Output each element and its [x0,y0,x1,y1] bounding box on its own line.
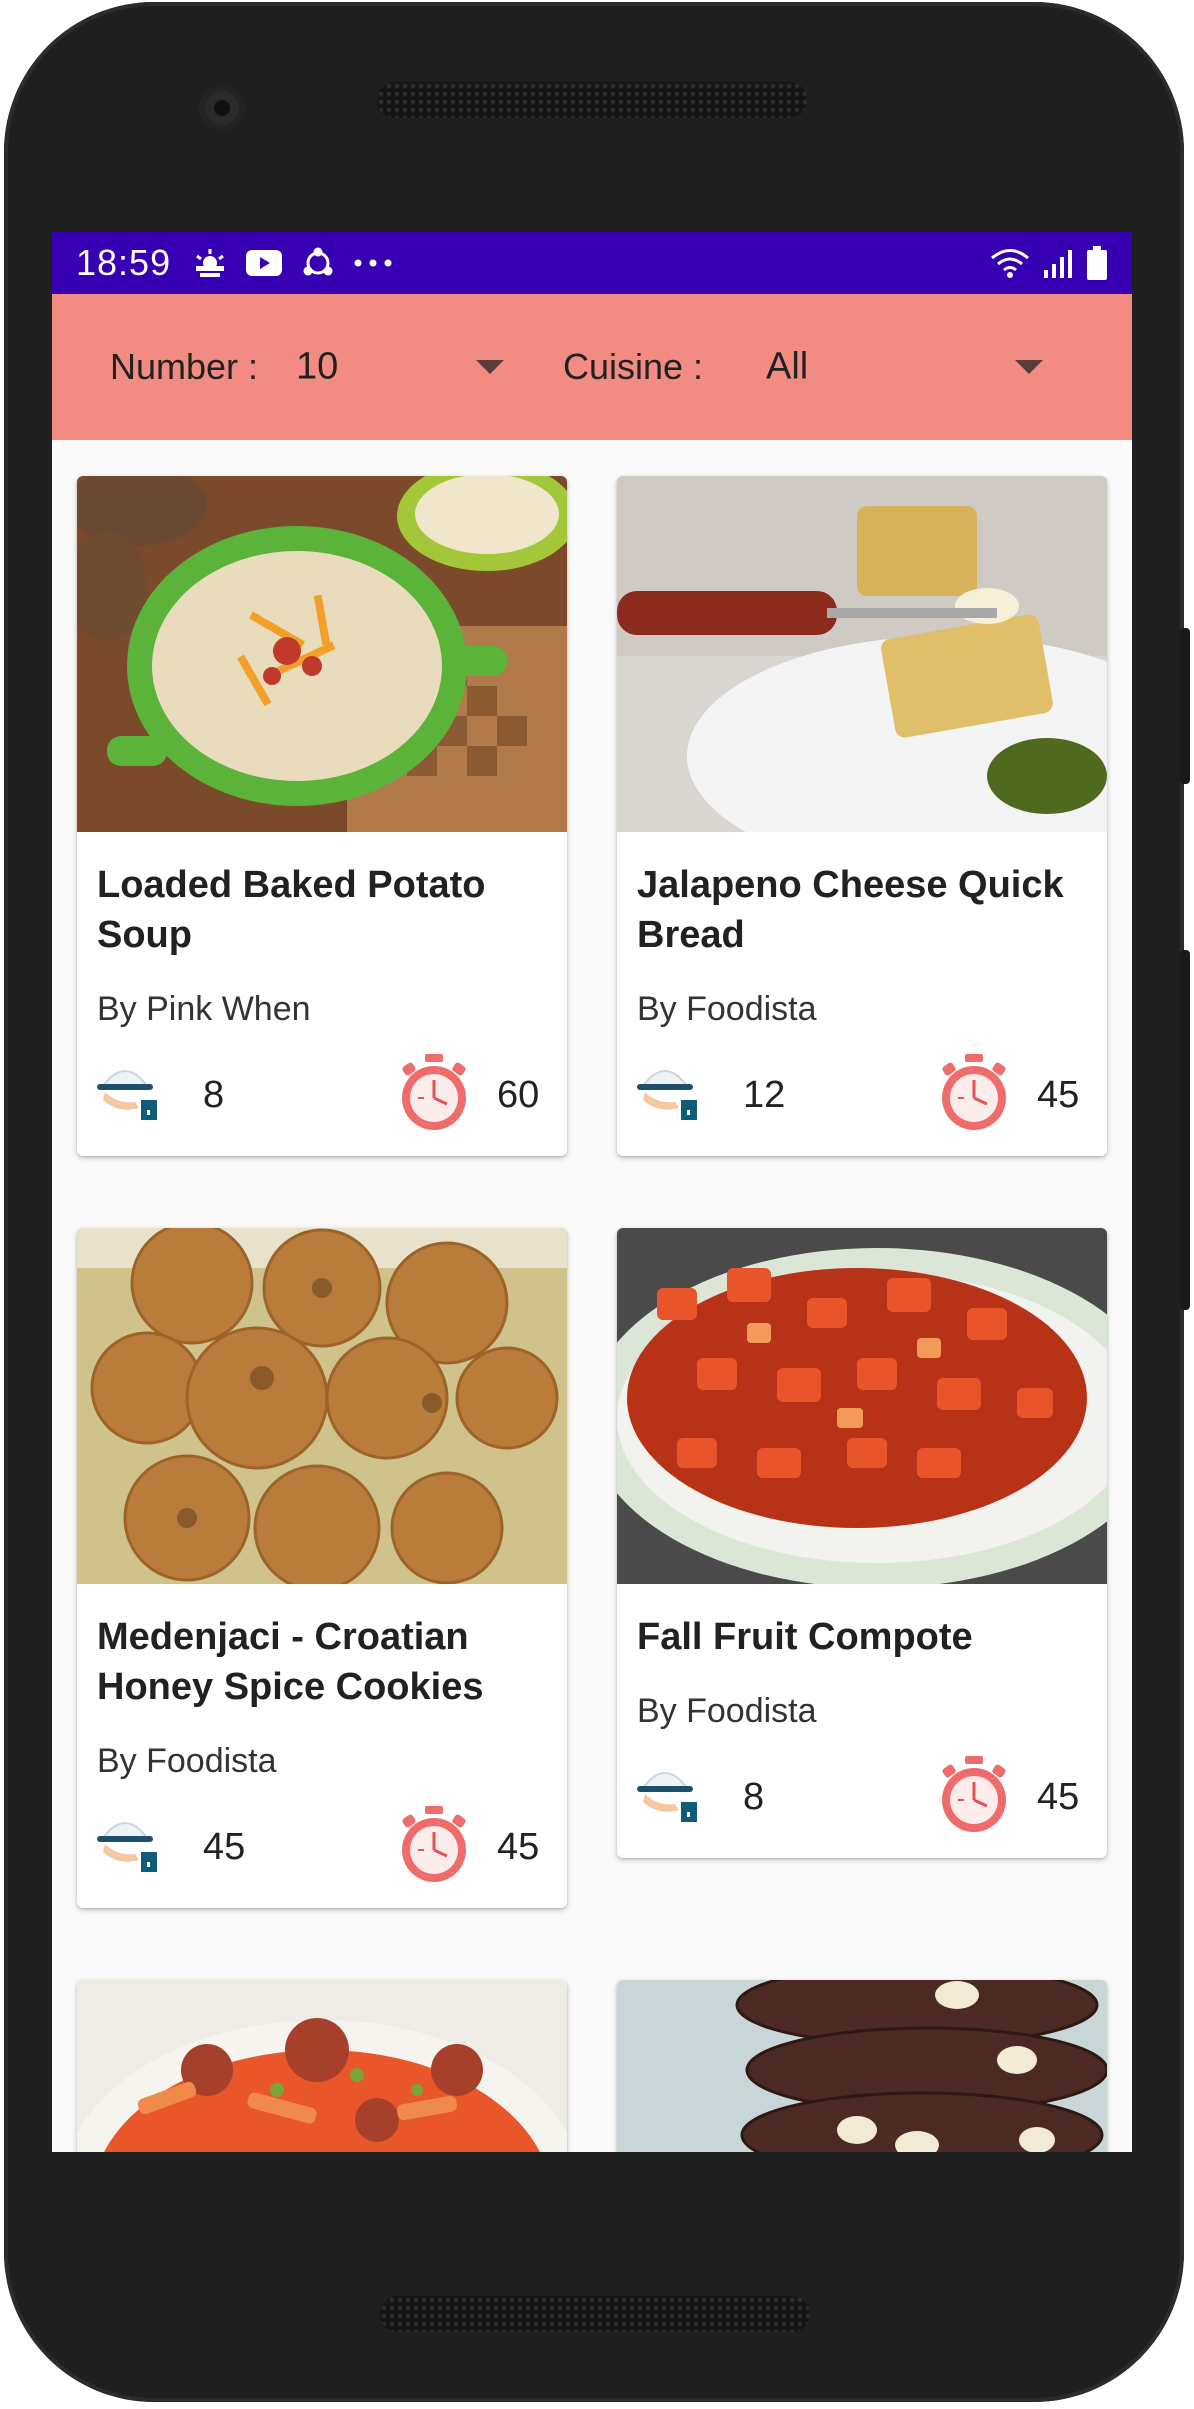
recipe-title: Loaded Baked Potato Soup [97,864,486,956]
phone-frame: 18:59 Number: 10 Cuisine: All Loaded B… [0,0,1194,2409]
recipe-author: By Foodista [97,1742,277,1780]
recipe-author: By Pink When [97,990,311,1028]
recipe-card[interactable]: Medenjaci - Croatian Honey Spice Cookies… [77,1228,567,1908]
recipe-grid: Loaded Baked Potato Soup By Pink When 8 [52,440,1132,2152]
recipe-image-chocolate-cookies [617,1980,1107,2152]
recipe-card[interactable]: Jalapeno Cheese Quick Bread By Foodista … [617,476,1107,1156]
servings-icon [95,1804,165,1879]
recipe-card[interactable] [617,1980,1107,2152]
recipe-title: Jalapeno Cheese Quick Bread [637,864,1064,956]
servings-icon [95,1052,165,1127]
chevron-down-icon [476,360,504,374]
app-screen: 18:59 Number: 10 Cuisine: All Loaded B… [52,232,1132,2152]
cuisine-dropdown[interactable]: All [752,294,1082,440]
recipe-card[interactable] [77,1980,567,2152]
sync-icon [301,247,335,279]
servings-count: 12 [743,1074,786,1116]
cuisine-value: All [766,345,809,388]
weather-icon [193,248,227,278]
youtube-icon [245,249,283,277]
cook-time: 45 [1037,1074,1080,1116]
recipe-image-potato-soup [77,476,567,832]
bottom-speaker [380,2296,810,2332]
recipe-author: By Foodista [637,1692,817,1730]
power-button [1180,628,1190,784]
servings-count: 45 [203,1826,246,1868]
servings-icon [635,1754,705,1829]
volume-button [1180,950,1190,1310]
servings-count: 8 [743,1776,765,1818]
wifi-icon [990,247,1030,279]
recipe-card[interactable]: Loaded Baked Potato Soup By Pink When 8 [77,476,567,1156]
status-time: 18:59 [76,242,172,283]
cook-time: 45 [1037,1776,1080,1818]
recipe-card[interactable]: Fall Fruit Compote By Foodista 8 45 [617,1228,1107,1858]
number-label: Number : [110,346,259,387]
cook-time: 60 [497,1074,540,1116]
timer-icon [397,1804,471,1889]
status-bar: 18:59 [52,232,1132,294]
servings-icon [635,1052,705,1127]
cuisine-label: Cuisine : [563,346,704,387]
recipe-image-honey-cookies [77,1228,567,1584]
earpiece-speaker [377,82,807,118]
timer-icon [937,1052,1011,1137]
timer-icon [937,1754,1011,1839]
timer-icon [397,1052,471,1137]
recipe-image-pasta [77,1980,567,2152]
more-dots-icon [353,258,393,268]
filter-bar: Number : 10 Cuisine : All [52,294,1132,440]
recipe-title: Medenjaci - Croatian Honey Spice Cookies [97,1616,484,1708]
recipe-title: Fall Fruit Compote [637,1616,973,1658]
front-camera [199,85,245,131]
number-dropdown[interactable]: 10 [292,294,542,440]
cook-time: 45 [497,1826,540,1868]
recipe-image-fruit-compote [617,1228,1107,1584]
signal-icon [1042,248,1074,278]
recipe-author: By Foodista [637,990,817,1028]
recipe-image-quick-bread [617,476,1107,832]
chevron-down-icon [1015,360,1043,374]
number-value: 10 [296,345,339,388]
servings-count: 8 [203,1074,225,1116]
battery-icon [1086,246,1108,280]
